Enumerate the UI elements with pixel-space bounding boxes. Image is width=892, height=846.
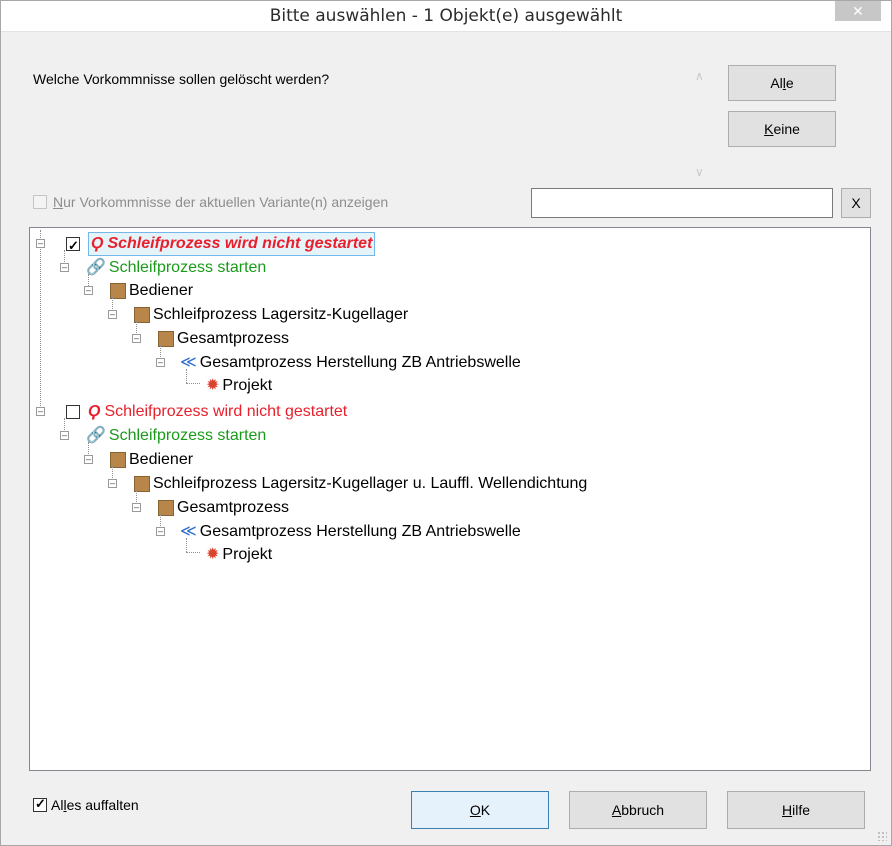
collapse-toggle[interactable]: – [108, 479, 117, 488]
collapse-toggle[interactable]: – [60, 263, 69, 272]
question-scrollbar[interactable]: ∧ ∨ [689, 61, 713, 183]
lightning-icon: Ϙ [88, 403, 101, 420]
tree-item-root[interactable]: ϘSchleifprozess wird nicht gestartet [66, 401, 347, 423]
tree-item[interactable]: Gesamtprozess [158, 328, 289, 350]
scroll-down-icon[interactable]: ∨ [695, 165, 704, 179]
select-all-button[interactable]: Alle [728, 65, 836, 101]
tree-item[interactable]: Bediener [110, 280, 193, 302]
close-button[interactable]: ✕ [835, 1, 881, 21]
variants-filter-label: Nur Vorkommnisse der aktuellen Variante(… [53, 194, 389, 210]
lightning-icon: Ϙ [91, 235, 104, 252]
tree-item-root[interactable]: ϘSchleifprozess wird nicht gestartet [66, 232, 376, 257]
tree-item[interactable]: Schleifprozess Lagersitz-Kugellager u. L… [134, 473, 587, 495]
checkbox-box[interactable] [33, 195, 47, 209]
collapse-toggle[interactable]: – [36, 239, 45, 248]
collapse-toggle[interactable]: – [36, 407, 45, 416]
structure-icon: ≪ [180, 523, 197, 540]
gear-icon: ✹ [206, 377, 220, 394]
dialog-window: Bitte auswählen - 1 Objekt(e) ausgewählt… [0, 0, 892, 846]
tree-item[interactable]: ✹ Projekt [206, 544, 272, 566]
collapse-toggle[interactable]: – [84, 286, 93, 295]
filter-input[interactable] [531, 188, 833, 218]
checkbox-box[interactable] [33, 796, 47, 812]
tree-item[interactable]: 🔗 Schleifprozess starten [86, 425, 266, 447]
cancel-button[interactable]: Abbruch [569, 791, 707, 829]
tree-item[interactable]: Bediener [110, 449, 193, 471]
question-text: Welche Vorkommnisse sollen gelöscht werd… [33, 71, 330, 87]
occurrence-tree[interactable]: – ϘSchleifprozess wird nicht gestartet –… [29, 227, 871, 771]
collapse-toggle[interactable]: – [156, 358, 165, 367]
item-checkbox[interactable] [66, 405, 80, 419]
collapse-toggle[interactable]: – [60, 431, 69, 440]
ok-button[interactable]: OK [411, 791, 549, 829]
tree-item[interactable]: ≪ Gesamtprozess Herstellung ZB Antriebswe… [180, 352, 521, 374]
tree-item[interactable]: 🔗 Schleifprozess starten [86, 257, 266, 279]
tree-item-label[interactable]: Ϙ Schleifprozess wird nicht gestartet [88, 401, 347, 423]
expand-all-checkbox[interactable]: Alles auffalten [33, 796, 139, 813]
item-checkbox[interactable] [66, 235, 80, 257]
collapse-toggle[interactable]: – [108, 310, 117, 319]
expand-all-label: Alles auffalten [51, 797, 139, 813]
collapse-toggle[interactable]: – [132, 503, 141, 512]
tree-item[interactable]: Schleifprozess Lagersitz-Kugellager [134, 304, 408, 326]
collapse-toggle[interactable]: – [132, 334, 141, 343]
gear-icon: ✹ [206, 546, 220, 563]
title-bar: Bitte auswählen - 1 Objekt(e) ausgewählt… [1, 1, 891, 32]
resize-grip-icon[interactable] [877, 831, 887, 841]
tree-item[interactable]: Gesamtprozess [158, 497, 289, 519]
clear-filter-button[interactable]: X [841, 188, 871, 218]
structure-icon: ≪ [180, 354, 197, 371]
variants-filter-checkbox[interactable]: Nur Vorkommnisse der aktuellen Variante(… [33, 194, 388, 210]
tree-item-label[interactable]: Ϙ Schleifprozess wird nicht gestartet [88, 232, 376, 256]
scroll-up-icon[interactable]: ∧ [695, 69, 704, 83]
tree-item[interactable]: ≪ Gesamtprozess Herstellung ZB Antriebswe… [180, 521, 521, 543]
collapse-toggle[interactable]: – [84, 455, 93, 464]
window-title: Bitte auswählen - 1 Objekt(e) ausgewählt [269, 6, 623, 26]
select-none-button[interactable]: Keine [728, 111, 836, 147]
close-icon: ✕ [852, 3, 864, 19]
tree-item[interactable]: ✹ Projekt [206, 375, 272, 397]
collapse-toggle[interactable]: – [156, 527, 165, 536]
help-button[interactable]: Hilfe [727, 791, 865, 829]
